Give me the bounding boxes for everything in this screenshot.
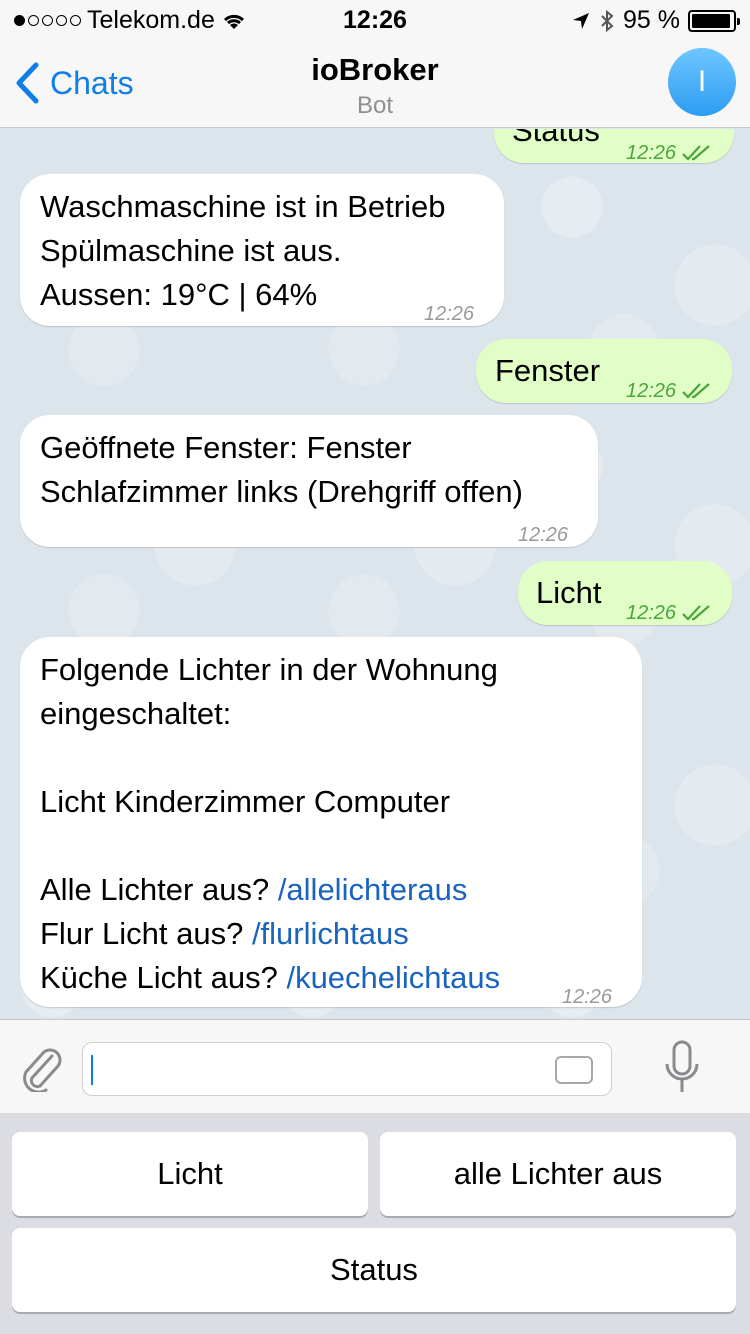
command-line: Alle Lichter aus? /allelichteraus [40,872,468,907]
message-text: Licht [536,575,602,610]
message-line: eingeschaltet: [40,696,232,731]
command-link-kuechelichtaus[interactable]: /kuechelichtaus [286,960,500,995]
status-right: 95 % [571,6,740,35]
message-line: Folgende Lichter in der Wohnung [40,652,498,687]
keyboard-button-status[interactable]: Status [12,1228,736,1312]
location-arrow-icon [573,12,590,29]
message-line: Aussen: 19°C | 64% [40,277,318,312]
nav-bar: Chats ioBroker Bot I [0,40,750,128]
incoming-message: Waschmaschine ist in Betrieb Spülmaschin… [20,174,504,326]
command-line: Küche Licht aus? /kuechelichtaus [40,960,501,995]
battery-icon [688,9,740,32]
command-link-allelichteraus[interactable]: /allelichteraus [278,872,468,907]
outgoing-message: Fenster 12:26 [476,339,732,403]
bluetooth-icon [601,9,614,32]
message-time: 12:26 [626,131,712,175]
message-list[interactable]: Status 12:26 Waschmaschine ist in Betrie… [0,129,750,1019]
chat-title[interactable]: ioBroker [0,52,750,88]
keyboard-button-licht[interactable]: Licht [12,1132,368,1216]
input-bar [0,1019,750,1113]
chat-subtitle: Bot [356,92,394,119]
double-check-icon [682,383,710,399]
outgoing-message: Status 12:26 [494,129,734,164]
paperclip-icon[interactable] [18,1042,64,1092]
command-link-flurlichtaus[interactable]: /flurlichtaus [252,916,409,951]
incoming-message: Folgende Lichter in der Wohnung eingesch… [20,637,642,1008]
keyboard-button-alle-lichter-aus[interactable]: alle Lichter aus [380,1132,736,1216]
message-time: 12:26 [562,986,613,1008]
message-time: 12:26 [626,369,712,413]
bot-keyboard: Licht alle Lichter aus Status [0,1113,750,1334]
message-time: 12:26 [518,524,569,546]
message-line: Waschmaschine ist in Betrieb [40,189,446,224]
message-line: Spülmaschine ist aus. [40,233,342,268]
double-check-icon [682,605,710,621]
text-cursor [91,1055,93,1085]
message-time: 12:26 [626,591,712,635]
battery-percent: 95 % [623,6,680,34]
message-text: Status [512,129,600,148]
microphone-icon[interactable] [664,1040,700,1096]
message-line: Schlafzimmer links (Drehgriff offen) [40,474,523,509]
outgoing-message: Licht 12:26 [518,561,732,625]
message-text: Fenster [495,353,601,388]
command-line: Flur Licht aus? /flurlichtaus [40,916,409,951]
keyboard-icon[interactable] [555,1056,593,1084]
incoming-message: Geöffnete Fenster: Fenster Schlafzimmer … [20,415,598,547]
message-line: Licht Kinderzimmer Computer [40,784,451,819]
double-check-icon [682,145,710,161]
message-time: 12:26 [424,303,475,325]
status-bar: Telekom.de 12:26 95 % [0,0,750,40]
message-line: Geöffnete Fenster: Fenster [40,430,412,465]
message-input[interactable] [82,1042,612,1096]
avatar[interactable]: I [668,48,736,116]
